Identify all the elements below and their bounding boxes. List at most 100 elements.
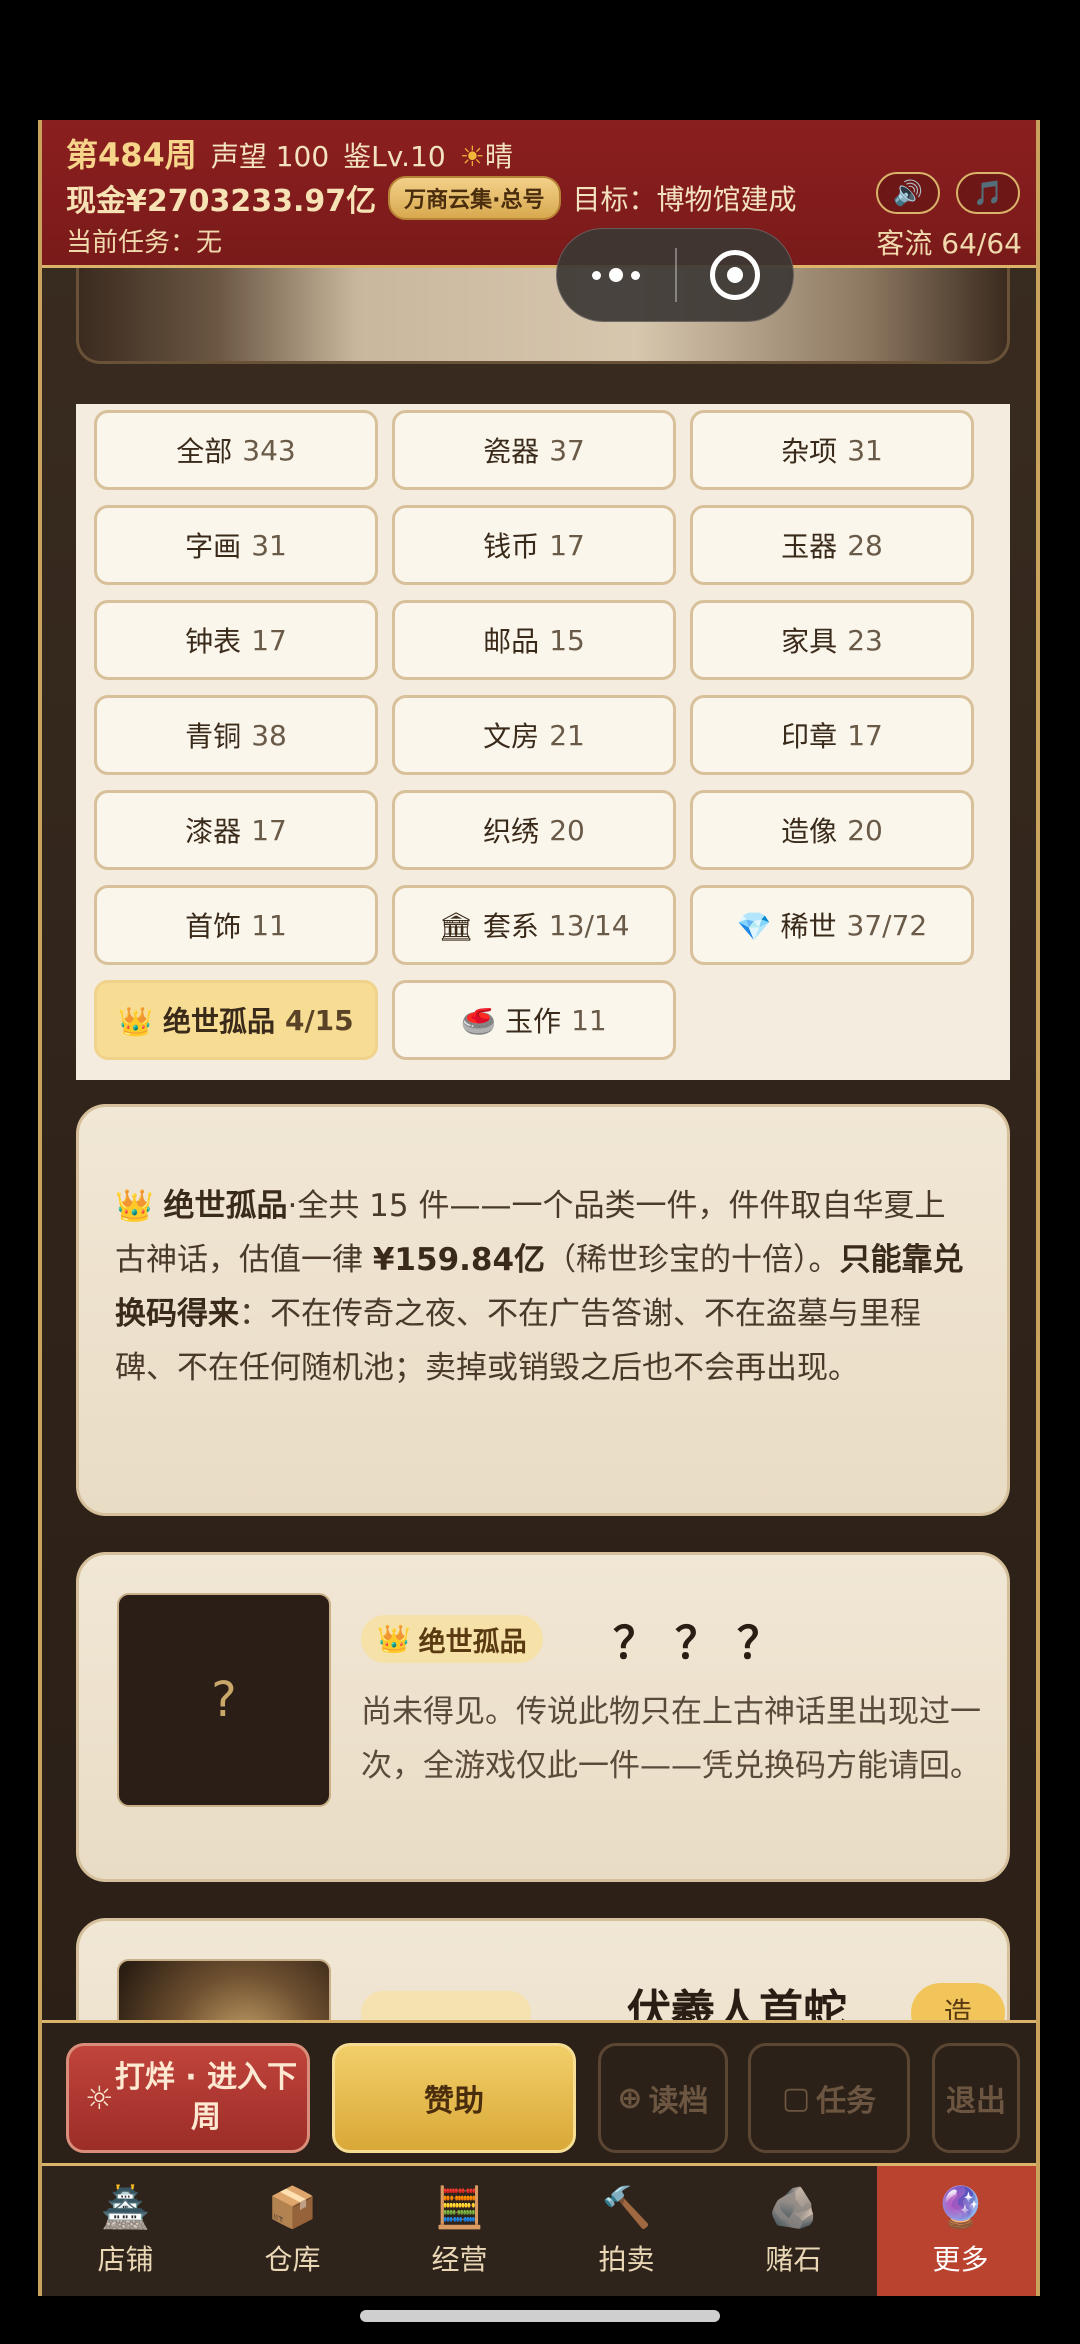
tab-item[interactable]: 🏯 店铺 [42, 2166, 209, 2296]
category-count: 343 [242, 433, 296, 467]
item-description: 尚未得见。传说此物只在上古神话里出现过一次，全游戏仅此一件——凭兑换码方能请回。 [361, 1694, 981, 1784]
category-button[interactable]: 邮品 15 [392, 600, 676, 680]
category-button[interactable]: 青铜 38 [94, 695, 378, 775]
week-label: 第484周 [66, 136, 197, 174]
category-button[interactable]: 🏛 套系 13/14 [392, 885, 676, 965]
category-label: 👑 绝世孤品 [118, 1005, 275, 1038]
category-label: 造像 [781, 815, 838, 848]
appraisal-level: 鉴Lv.10 [343, 140, 446, 173]
shop-banner-image [76, 268, 1010, 364]
category-panel: 全部 343 瓷器 37 杂项 31 字画 31 钱币 17 玉器 28 钟表 17 邮品 15 家具 23 青铜 3… [76, 404, 1010, 1080]
category-button[interactable]: 钟表 17 [94, 600, 378, 680]
category-button[interactable]: 织绣 20 [392, 790, 676, 870]
category-button[interactable]: 字画 31 [94, 505, 378, 585]
category-button[interactable]: 玉器 28 [690, 505, 974, 585]
header-cash-row: 现金¥2703233.97亿 万商云集·总号 目标：博物馆建成 [66, 176, 797, 220]
category-label: 织绣 [483, 815, 540, 848]
mini-program-capsule [556, 228, 794, 322]
item-card[interactable]: ? 👑 绝世孤品 ？？？ 尚未得见。传说此物只在上古神话里出现过一次，全游戏仅此一… [76, 1552, 1010, 1882]
category-button[interactable]: 杂项 31 [690, 410, 974, 490]
quit-button[interactable]: 退出 [932, 2043, 1020, 2153]
tab-icon: 🏯 [100, 2185, 151, 2231]
category-button[interactable]: 造像 20 [690, 790, 974, 870]
info-price: ¥159.84亿 [372, 1242, 546, 1278]
category-count: 11 [251, 908, 287, 942]
sound-button[interactable]: 🔊 [876, 172, 940, 214]
current-task: 当前任务：无 [66, 228, 223, 258]
tab-item[interactable]: 🧮 经营 [376, 2166, 543, 2296]
category-count: 11 [571, 1003, 607, 1037]
music-button[interactable]: 🎵 [956, 172, 1020, 214]
dot-icon [631, 270, 640, 280]
tab-item[interactable]: 🔨 拍卖 [543, 2166, 710, 2296]
category-count: 17 [549, 528, 585, 562]
category-button[interactable]: 💎 稀世 37/72 [690, 885, 974, 965]
tab-icon: 🧮 [434, 2185, 485, 2231]
category-button[interactable]: 👑 绝世孤品 4/15 [94, 980, 378, 1060]
info-title: 绝世孤品 [163, 1188, 288, 1224]
category-button[interactable]: 家具 23 [690, 600, 974, 680]
category-label: 瓷器 [483, 435, 540, 468]
category-count: 13/14 [548, 908, 630, 942]
category-label: 钟表 [185, 625, 242, 658]
category-count: 28 [847, 528, 883, 562]
category-label: 文房 [483, 720, 540, 753]
header: 第484周 声望 100 鉴Lv.10 ☀晴 现金¥2703233.97亿 万商… [42, 120, 1036, 268]
bottom-tab-bar: 🏯 店铺 📦 仓库 🧮 经营 🔨 拍卖 🪨 赌石 🔮 更多 [42, 2166, 1036, 2296]
tab-label: 经营 [431, 2243, 488, 2276]
speaker-icon: 🔊 [893, 179, 923, 207]
close-mini-program-button[interactable] [677, 250, 793, 300]
home-indicator[interactable] [360, 2310, 720, 2322]
tab-item[interactable]: 🪨 赌石 [710, 2166, 877, 2296]
category-button[interactable]: 印章 17 [690, 695, 974, 775]
category-count: 4/15 [284, 1003, 354, 1037]
tab-icon: 📦 [267, 2185, 318, 2231]
game-frame: 第484周 声望 100 鉴Lv.10 ☀晴 现金¥2703233.97亿 万商… [38, 120, 1040, 2296]
category-count: 20 [847, 813, 883, 847]
tab-label: 店铺 [97, 2243, 154, 2276]
load-label: 读档 [648, 2084, 709, 2119]
action-bar: ☼ 打烊 · 进入下周 赞助 ⊕ 读档 ▢ 任务 退出 [42, 2020, 1036, 2166]
weather-label: 晴 [484, 140, 513, 173]
category-label: 💎 稀世 [736, 910, 837, 943]
category-button[interactable]: 瓷器 37 [392, 410, 676, 490]
category-count: 31 [847, 433, 883, 467]
category-button[interactable]: 钱币 17 [392, 505, 676, 585]
task-label: 任务 [816, 2084, 877, 2119]
category-button[interactable]: 漆器 17 [94, 790, 378, 870]
shop-badge[interactable]: 万商云集·总号 [388, 176, 561, 220]
category-button[interactable]: 🥌 玉作 11 [392, 980, 676, 1060]
category-label: 印章 [781, 720, 838, 753]
tab-item[interactable]: 📦 仓库 [209, 2166, 376, 2296]
category-count: 17 [847, 718, 883, 752]
category-count: 38 [251, 718, 287, 752]
category-count: 15 [549, 623, 585, 657]
header-stats: 第484周 声望 100 鉴Lv.10 ☀晴 [66, 130, 513, 176]
category-label: 青铜 [185, 720, 242, 753]
more-menu-button[interactable] [557, 268, 675, 282]
dot-icon [592, 270, 601, 280]
tab-icon: 🔮 [935, 2185, 986, 2231]
category-count: 21 [549, 718, 585, 752]
category-label: 🥌 玉作 [461, 1005, 562, 1038]
category-label: 邮品 [483, 625, 540, 658]
category-button[interactable]: 全部 343 [94, 410, 378, 490]
tab-item[interactable]: 🔮 更多 [877, 2166, 1036, 2296]
item-name: ？？？ [613, 1618, 799, 1669]
item-thumbnail: ? [117, 1593, 331, 1807]
rarity-label: 绝世孤品 [418, 1626, 527, 1658]
category-label: 全部 [176, 435, 233, 468]
category-label: 杂项 [781, 435, 838, 468]
task-button[interactable]: ▢ 任务 [748, 2043, 910, 2153]
load-save-button[interactable]: ⊕ 读档 [598, 2043, 728, 2153]
category-button[interactable]: 首饰 11 [94, 885, 378, 965]
category-label: 漆器 [185, 815, 242, 848]
sponsor-button[interactable]: 赞助 [332, 2043, 576, 2153]
category-button[interactable]: 文房 21 [392, 695, 676, 775]
category-count: 37 [549, 433, 585, 467]
tab-label: 拍卖 [598, 2243, 655, 2276]
info-card: 👑 绝世孤品·全共 15 件——一个品类一件，件件取自华夏上古神话，估值一律 ¥… [76, 1104, 1010, 1516]
customer-traffic: 客流 64/64 [876, 227, 1022, 260]
end-week-button[interactable]: ☼ 打烊 · 进入下周 [66, 2043, 310, 2153]
target-icon [710, 250, 760, 300]
